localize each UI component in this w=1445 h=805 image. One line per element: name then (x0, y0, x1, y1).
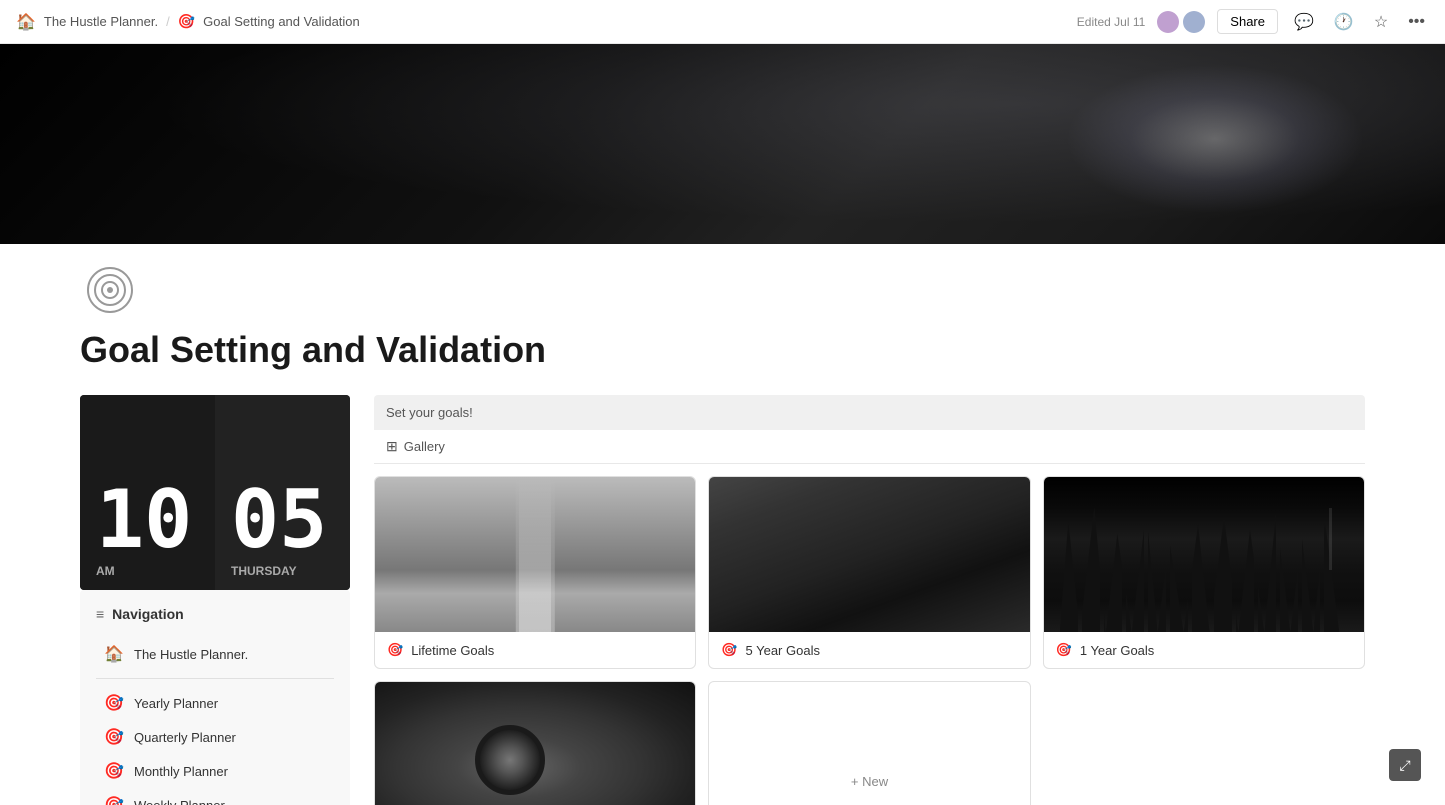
left-widget: 10 AM 05 THURSDAY ≡ Navigation 🏠 (80, 395, 350, 805)
breadcrumb-icon: 🎯 (178, 13, 195, 30)
goal-label-five-year: 5 Year Goals (746, 643, 820, 658)
app-logo-icon: 🏠 (16, 12, 36, 32)
goal-label-lifetime: Lifetime Goals (411, 643, 494, 658)
nav-header-label: Navigation (112, 606, 184, 622)
nav-divider (96, 678, 334, 679)
gallery-icon: ⊞ (386, 438, 398, 455)
avatar-1 (1157, 11, 1179, 33)
goal-card-one-year[interactable]: 🎯 1 Year Goals (1043, 476, 1365, 669)
share-button[interactable]: Share (1217, 9, 1278, 34)
goal-icon-five-year: 🎯 (721, 642, 737, 658)
more-button[interactable]: ••• (1404, 9, 1429, 35)
nav-label-home: The Hustle Planner. (134, 647, 248, 662)
clock-ampm: AM (96, 564, 199, 578)
gallery-bar[interactable]: ⊞ Gallery (374, 430, 1365, 464)
goal-image-road (375, 477, 695, 632)
nav-widget: ≡ Navigation 🏠 The Hustle Planner. 🎯 Yea… (80, 590, 350, 805)
goal-card-footer-one-year: 🎯 1 Year Goals (1044, 632, 1364, 668)
avatar-group (1157, 11, 1205, 33)
nav-label-yearly: Yearly Planner (134, 696, 218, 711)
nav-item-home[interactable]: 🏠 The Hustle Planner. (96, 638, 334, 670)
page-title-area: Goal Setting and Validation (0, 328, 1445, 395)
avatar-2 (1183, 11, 1205, 33)
clock-day: THURSDAY (231, 564, 334, 578)
gallery-label: Gallery (404, 439, 445, 454)
edited-label: Edited Jul 11 (1077, 15, 1146, 29)
new-card[interactable]: + New (708, 681, 1030, 805)
page-title: Goal Setting and Validation (80, 328, 1365, 371)
goal-image-city (1044, 477, 1364, 632)
goals-grid: 🎯 Lifetime Goals 🎯 5 Year Goals (374, 476, 1365, 805)
nav-label-monthly: Monthly Planner (134, 764, 228, 779)
clock-minute-panel: 05 THURSDAY (215, 395, 350, 590)
page-icon (80, 260, 140, 320)
two-col-layout: 10 AM 05 THURSDAY ≡ Navigation 🏠 (0, 395, 1445, 805)
goal-card-footer-lifetime: 🎯 Lifetime Goals (375, 632, 695, 668)
goal-image-camera (375, 682, 695, 805)
nav-header: ≡ Navigation (96, 606, 334, 622)
hero-banner (0, 44, 1445, 244)
content-area: Goal Setting and Validation 10 AM 05 THU… (0, 44, 1445, 805)
clock-hour: 10 (96, 480, 199, 560)
goal-card-footer-five-year: 🎯 5 Year Goals (709, 632, 1029, 668)
nav-item-quarterly[interactable]: 🎯 Quarterly Planner (96, 721, 334, 753)
main-layout: Goal Setting and Validation 10 AM 05 THU… (0, 0, 1445, 805)
clock-minute: 05 (231, 480, 334, 560)
nav-item-monthly[interactable]: 🎯 Monthly Planner (96, 755, 334, 787)
goal-card-three-month[interactable]: 🎯 3 Month Goals (374, 681, 696, 805)
goal-card-five-year[interactable]: 🎯 5 Year Goals (708, 476, 1030, 669)
goals-section: Set your goals! ⊞ Gallery 🎯 Lifetime Goa… (374, 395, 1365, 805)
goals-header: Set your goals! (374, 395, 1365, 430)
new-card-label: + New (851, 774, 888, 789)
nav-icon-weekly: 🎯 (104, 795, 124, 805)
nav-icon-quarterly: 🎯 (104, 727, 124, 747)
goal-icon-lifetime: 🎯 (387, 642, 403, 658)
topbar-right: Edited Jul 11 Share 💬 🕐 ☆ ••• (1077, 8, 1429, 36)
topbar: 🏠 The Hustle Planner. / 🎯 Goal Setting a… (0, 0, 1445, 44)
comment-button[interactable]: 💬 (1290, 8, 1318, 36)
goal-image-keyboard (709, 477, 1029, 632)
bottom-right-icon: ⤢ (1399, 757, 1410, 774)
nav-label-quarterly: Quarterly Planner (134, 730, 236, 745)
nav-header-icon: ≡ (96, 606, 104, 622)
goal-card-lifetime[interactable]: 🎯 Lifetime Goals (374, 476, 696, 669)
nav-item-weekly[interactable]: 🎯 Weekly Planner (96, 789, 334, 805)
history-button[interactable]: 🕐 (1330, 8, 1358, 36)
nav-item-yearly[interactable]: 🎯 Yearly Planner (96, 687, 334, 719)
nav-icon-yearly: 🎯 (104, 693, 124, 713)
breadcrumb-separator: / (166, 14, 170, 29)
goal-label-one-year: 1 Year Goals (1080, 643, 1154, 658)
goal-icon-one-year: 🎯 (1056, 642, 1072, 658)
breadcrumb-current: Goal Setting and Validation (203, 14, 360, 29)
nav-icon-home: 🏠 (104, 644, 124, 664)
nav-icon-monthly: 🎯 (104, 761, 124, 781)
favorite-button[interactable]: ☆ (1370, 8, 1392, 36)
breadcrumb-parent[interactable]: The Hustle Planner. (44, 14, 158, 29)
clock-display: 10 AM 05 THURSDAY (80, 395, 350, 590)
clock-hour-panel: 10 AM (80, 395, 215, 590)
nav-label-weekly: Weekly Planner (134, 798, 225, 805)
topbar-left: 🏠 The Hustle Planner. / 🎯 Goal Setting a… (16, 12, 360, 32)
bottom-right-action[interactable]: ⤢ (1389, 749, 1421, 781)
